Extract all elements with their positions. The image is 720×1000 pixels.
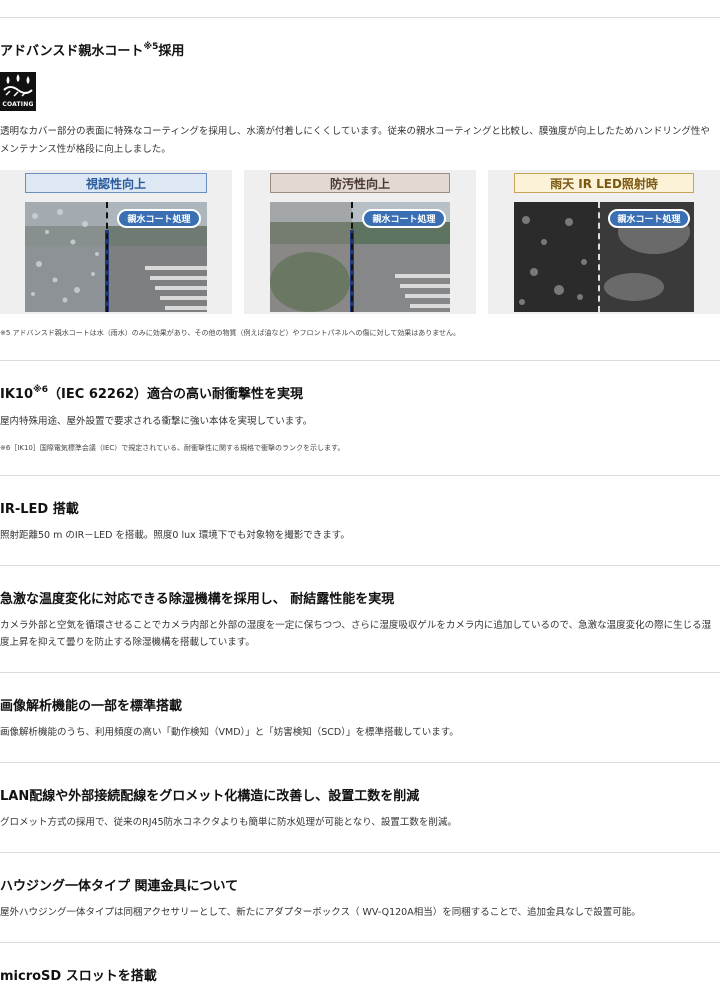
- section-divider: [0, 565, 720, 566]
- antifouling-panel-label: 防汚性向上: [270, 173, 450, 193]
- section-divider: [0, 475, 720, 476]
- coating-heading-footnote-mark: ※5: [143, 42, 159, 52]
- ik10-description: 屋内特殊用途、屋外設置で要求される衝撃に強い本体を実現しています。: [0, 416, 313, 427]
- coating-description-line2: メンテナンス性が格段に向上しました。: [0, 144, 171, 155]
- coating-heading-text: アドバンスド親水コート: [0, 44, 144, 59]
- ir-led-coating-badge: 親水コート処理: [608, 209, 690, 228]
- visibility-coating-badge: 親水コート処理: [117, 209, 201, 228]
- ik10-heading-suffix: （IEC 62262）適合の高い耐衝撃性を実現: [48, 387, 304, 402]
- coating-footnote: ※5 アドバンスド親水コートは水（雨水）のみに効果があり、その他の物質（例えば油…: [0, 329, 461, 337]
- ir-led-rain-panel-label: 雨天 IR LED照射時: [514, 173, 694, 193]
- ik10-heading-footnote-mark: ※6: [33, 385, 49, 395]
- section-divider: [0, 360, 720, 361]
- ik10-heading: IK10※6（IEC 62262）適合の高い耐衝撃性を実現: [0, 383, 303, 402]
- water-drops-icon: [3, 74, 33, 97]
- section-divider: [0, 762, 720, 763]
- ik10-heading-text: IK10: [0, 387, 34, 402]
- irled-heading: IR-LED 搭載: [0, 502, 79, 517]
- microsd-heading: microSD スロットを搭載: [0, 969, 157, 984]
- antifouling-panel: 防汚性向上 親水コート処理: [244, 170, 476, 314]
- visibility-photo: 親水コート処理: [25, 202, 207, 312]
- section-divider: [0, 942, 720, 943]
- housing-heading: ハウジング一体タイプ 関連金具について: [0, 879, 239, 894]
- product-feature-page: アドバンスド親水コート※5採用 COATING 透明なカバー部分の表面に特殊なコ…: [0, 0, 720, 1000]
- grommet-description: グロメット方式の採用で、従来のRJ45防水コネクタよりも簡単に防水処理が可能とな…: [0, 817, 457, 828]
- comparison-divider: [598, 202, 602, 312]
- comparison-divider: [106, 202, 110, 312]
- comparison-divider: [351, 202, 355, 312]
- grommet-heading: LAN配線や外部接続配線をグロメット化構造に改善し、設置工数を削減: [0, 789, 420, 804]
- coating-heading: アドバンスド親水コート※5採用: [0, 40, 184, 59]
- analytics-description: 画像解析機能のうち、利用頻度の高い「動作検知（VMD）」と「妨害検知（SCD）」…: [0, 727, 459, 738]
- coating-icon: COATING: [0, 72, 36, 111]
- dehumid-heading: 急激な温度変化に対応できる除湿機構を採用し、 耐結露性能を実現: [0, 592, 395, 607]
- section-divider: [0, 852, 720, 853]
- coating-icon-label: COATING: [2, 101, 34, 108]
- analytics-heading: 画像解析機能の一部を標準搭載: [0, 699, 183, 714]
- irled-description: 照射距離50 m のIR－LED を搭載。照度0 lux 環境下でも対象物を撮影…: [0, 530, 350, 541]
- coating-heading-suffix: 採用: [158, 44, 185, 59]
- housing-description: 屋外ハウジング一体タイプは同梱アクセサリーとして、新たにアダプターボックス（ W…: [0, 907, 641, 918]
- ir-led-rain-photo: 親水コート処理: [514, 202, 694, 312]
- visibility-panel-label: 視認性向上: [25, 173, 207, 193]
- ir-led-rain-panel: 雨天 IR LED照射時 親水コート処理: [488, 170, 720, 314]
- section-divider: [0, 17, 720, 18]
- visibility-panel: 視認性向上 親水コート処理: [0, 170, 232, 314]
- ik10-footnote: ※6［IK10］国際電気標準会議（IEC）で規定されている、耐衝撃性に関する規格…: [0, 444, 345, 452]
- antifouling-coating-badge: 親水コート処理: [362, 209, 446, 228]
- dehumid-description-line1: カメラ外部と空気を循環させることでカメラ内部と外部の湿度を一定に保ちつつ、さらに…: [0, 620, 712, 631]
- dehumid-description-line2: 度上昇を抑えて曇りを防止する除湿機構を搭載しています。: [0, 637, 255, 648]
- antifouling-photo: 親水コート処理: [270, 202, 450, 312]
- section-divider: [0, 672, 720, 673]
- coating-description-line1: 透明なカバー部分の表面に特殊なコーティングを採用し、水滴が付着しにくくしています…: [0, 126, 710, 137]
